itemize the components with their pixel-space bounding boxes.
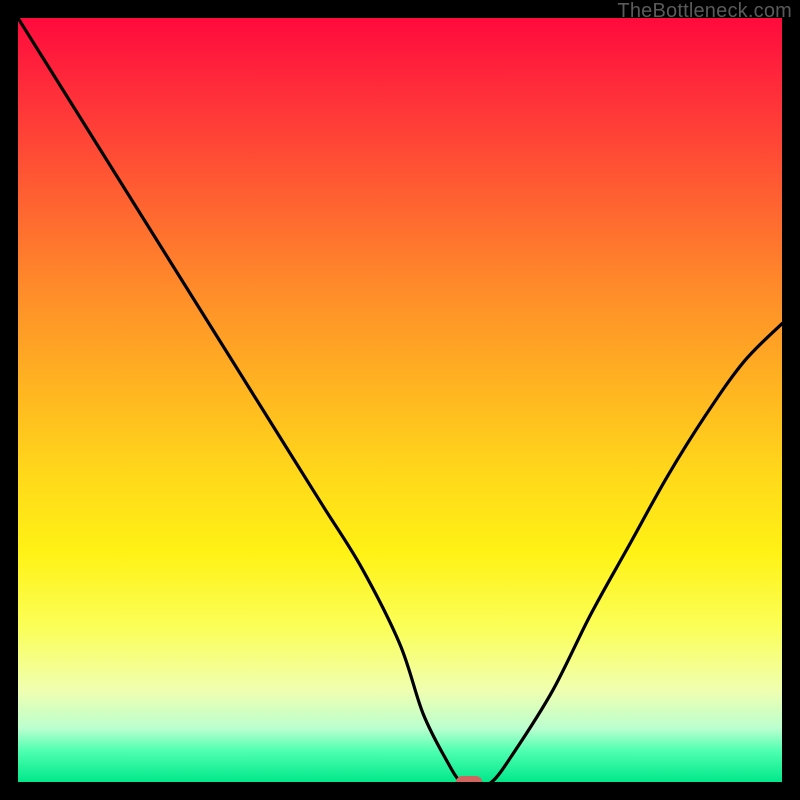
bottleneck-curve: [18, 18, 782, 782]
optimal-marker: [456, 776, 482, 782]
plot-area: [18, 18, 782, 782]
chart-frame: TheBottleneck.com: [0, 0, 800, 800]
